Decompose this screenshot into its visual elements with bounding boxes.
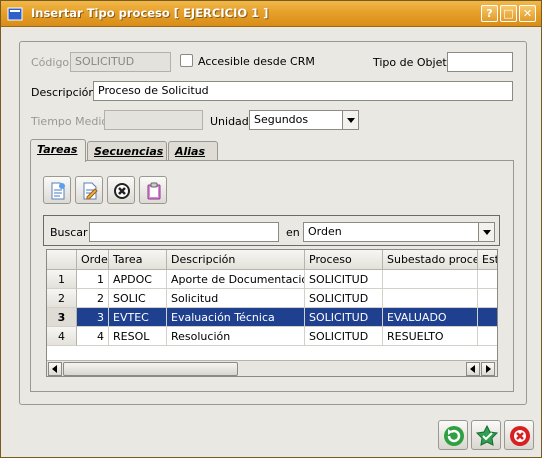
dialog-window: Insertar Tipo proceso [ EJERCICIO 1 ] ? … bbox=[0, 0, 542, 458]
column-header-descripcion[interactable]: Descripción bbox=[167, 250, 305, 270]
scroll-right-button[interactable] bbox=[481, 362, 495, 376]
edit-document-icon bbox=[83, 182, 98, 200]
table-row[interactable]: 2 2 SOLIC Solicitud SOLICITUD bbox=[47, 289, 497, 308]
table-row[interactable]: 1 1 APDOC Aporte de Documentación SOLICI… bbox=[47, 270, 497, 289]
cell-tarea: EVTEC bbox=[109, 308, 167, 327]
new-task-button[interactable] bbox=[43, 176, 71, 204]
app-icon bbox=[7, 7, 23, 21]
tiempo-medio-label: Tiempo Medio bbox=[31, 115, 109, 128]
descripcion-field[interactable]: Proceso de Solicitud bbox=[93, 81, 513, 101]
cell-estado bbox=[478, 327, 497, 346]
crm-label: Accesible desde CRM bbox=[198, 55, 315, 68]
cell-estado bbox=[478, 289, 497, 308]
row-number: 4 bbox=[47, 327, 77, 346]
cell-tarea: APDOC bbox=[109, 270, 167, 289]
search-field-select[interactable]: Orden bbox=[303, 222, 495, 242]
cell-proceso: SOLICITUD bbox=[305, 270, 383, 289]
table-row[interactable]: 4 4 RESOL Resolución SOLICITUD RESUELTO bbox=[47, 327, 497, 346]
cell-subestado bbox=[383, 289, 478, 308]
column-header-proceso[interactable]: Proceso bbox=[305, 250, 383, 270]
delete-icon bbox=[114, 183, 130, 199]
tiempo-medio-field[interactable] bbox=[104, 110, 203, 130]
tab-secuencias[interactable]: Secuencias bbox=[87, 141, 167, 162]
tab-alias[interactable]: Alias bbox=[168, 141, 218, 162]
codigo-label: Código bbox=[31, 56, 70, 69]
tipo-objeto-field[interactable] bbox=[447, 52, 513, 72]
maximize-button[interactable]: □ bbox=[500, 5, 517, 22]
edit-task-button[interactable] bbox=[75, 176, 103, 204]
column-header-subestado[interactable]: Subestado proceso bbox=[383, 250, 478, 270]
unidad-label: Unidad bbox=[210, 115, 249, 128]
arrow-left-icon bbox=[52, 365, 57, 373]
paste-icon bbox=[147, 182, 161, 200]
column-header-tarea[interactable]: Tarea bbox=[109, 250, 167, 270]
crm-checkbox[interactable] bbox=[180, 54, 193, 67]
unidad-select[interactable]: Segundos bbox=[249, 110, 359, 130]
cell-estado bbox=[478, 308, 497, 327]
cell-orden: 2 bbox=[77, 289, 109, 308]
cell-proceso: SOLICITUD bbox=[305, 289, 383, 308]
delete-task-button[interactable] bbox=[107, 176, 135, 204]
close-button[interactable]: ✕ bbox=[519, 5, 536, 22]
accept-button[interactable] bbox=[471, 420, 501, 450]
search-field-value: Orden bbox=[308, 225, 342, 238]
scroll-left-button[interactable] bbox=[48, 362, 62, 376]
refresh-button[interactable] bbox=[438, 420, 468, 450]
paste-task-button[interactable] bbox=[139, 176, 167, 204]
title-bar[interactable]: Insertar Tipo proceso [ EJERCICIO 1 ] ? … bbox=[1, 1, 541, 27]
scrollbar-thumb[interactable] bbox=[63, 362, 238, 376]
cell-orden: 1 bbox=[77, 270, 109, 289]
cell-orden: 3 bbox=[77, 308, 109, 327]
accept-icon bbox=[476, 425, 498, 446]
window-title: Insertar Tipo proceso [ EJERCICIO 1 ] bbox=[31, 6, 269, 20]
descripcion-label: Descripción bbox=[31, 86, 96, 99]
cell-proceso: SOLICITUD bbox=[305, 327, 383, 346]
row-number: 3 bbox=[47, 308, 77, 327]
cell-subestado: EVALUADO bbox=[383, 308, 478, 327]
tipo-objeto-label: Tipo de Objeto bbox=[373, 56, 454, 69]
column-header-orden[interactable]: Orden bbox=[77, 250, 109, 270]
column-header-estado[interactable]: Estado bbox=[478, 250, 497, 270]
search-input[interactable] bbox=[89, 222, 279, 242]
arrow-left-icon bbox=[470, 365, 475, 373]
arrow-right-icon bbox=[486, 365, 491, 373]
cell-descripcion: Evaluación Técnica bbox=[167, 308, 305, 327]
cell-proceso: SOLICITUD bbox=[305, 308, 383, 327]
cell-descripcion: Solicitud bbox=[167, 289, 305, 308]
chevron-down-icon[interactable] bbox=[342, 111, 358, 129]
horizontal-scrollbar[interactable] bbox=[47, 360, 497, 376]
cell-tarea: SOLIC bbox=[109, 289, 167, 308]
buscar-label: Buscar bbox=[50, 226, 88, 239]
row-number-header bbox=[47, 250, 77, 270]
cell-subestado: RESUELTO bbox=[383, 327, 478, 346]
tab-tareas[interactable]: Tareas bbox=[30, 139, 86, 162]
cell-subestado bbox=[383, 270, 478, 289]
cancel-button[interactable] bbox=[504, 420, 534, 450]
unidad-value: Segundos bbox=[254, 113, 309, 126]
help-button[interactable]: ? bbox=[481, 5, 498, 22]
chevron-down-icon[interactable] bbox=[478, 223, 494, 241]
refresh-icon bbox=[444, 426, 464, 446]
cell-descripcion: Resolución bbox=[167, 327, 305, 346]
cell-orden: 4 bbox=[77, 327, 109, 346]
row-number: 2 bbox=[47, 289, 77, 308]
new-document-icon bbox=[51, 182, 65, 200]
tasks-table: Orden Tarea Descripción Proceso Subestad… bbox=[46, 249, 498, 377]
cell-descripcion: Aporte de Documentación bbox=[167, 270, 305, 289]
table-row-selected[interactable]: 3 3 EVTEC Evaluación Técnica SOLICITUD E… bbox=[47, 308, 497, 327]
cell-estado bbox=[478, 270, 497, 289]
en-label: en bbox=[286, 226, 300, 239]
cell-tarea: RESOL bbox=[109, 327, 167, 346]
codigo-field[interactable]: SOLICITUD bbox=[70, 52, 171, 72]
cancel-icon bbox=[510, 426, 530, 446]
scroll-left-button-2[interactable] bbox=[466, 362, 480, 376]
row-number: 1 bbox=[47, 270, 77, 289]
